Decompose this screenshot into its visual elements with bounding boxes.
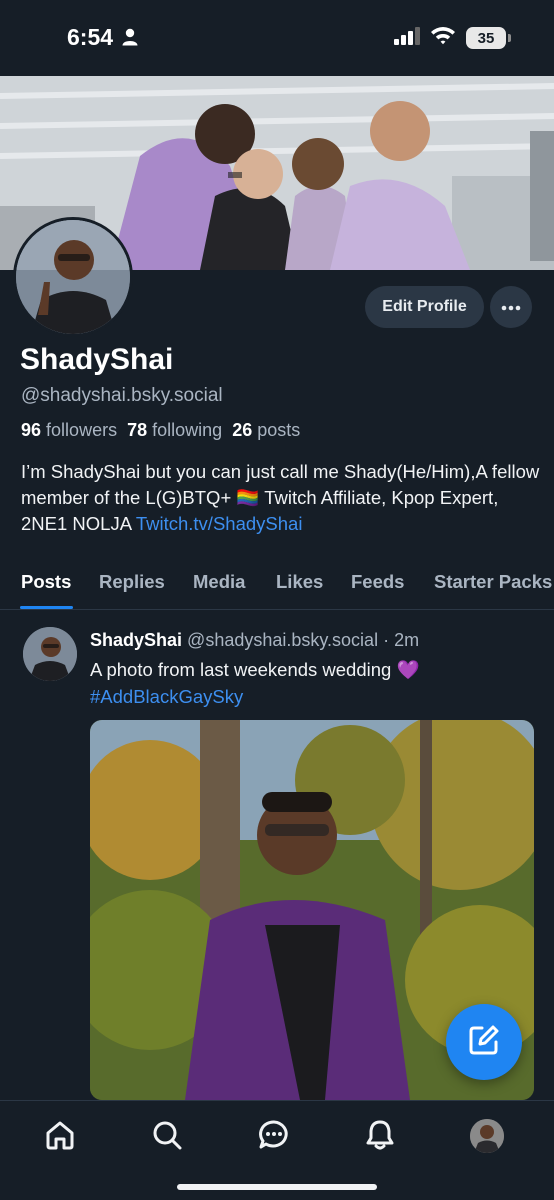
wifi-icon [430, 26, 456, 50]
post-text: A photo from last weekends wedding 💜 #Ad… [90, 656, 540, 710]
tab-media[interactable]: Media [193, 571, 245, 593]
compose-icon [467, 1023, 501, 1062]
nav-home[interactable] [42, 1119, 78, 1155]
edit-profile-button[interactable]: Edit Profile [365, 286, 484, 328]
profile-tabs: Posts Replies Media Likes Feeds Starter … [0, 560, 554, 610]
following-stat[interactable]: 78 following [127, 420, 222, 440]
post-separator: · [383, 630, 390, 650]
post-body: A photo from last weekends wedding 💜 [90, 659, 420, 680]
display-name: ShadyShai [20, 343, 174, 376]
post-author-handle[interactable]: @shadyshai.bsky.social [187, 630, 378, 650]
bio-link[interactable]: Twitch.tv/ShadyShai [136, 513, 303, 534]
profile-bio: I’m ShadyShai but you can just call me S… [21, 459, 541, 537]
status-time: 6:54 [67, 24, 114, 50]
cellular-signal-icon [394, 26, 420, 50]
post-author-name[interactable]: ShadyShai [90, 630, 182, 650]
more-horizontal-icon [501, 298, 521, 316]
compose-post-button[interactable] [446, 1004, 522, 1080]
posts-label: posts [257, 420, 301, 440]
home-indicator [177, 1184, 377, 1190]
nav-chat[interactable] [256, 1119, 292, 1155]
profile-avatar[interactable] [13, 217, 133, 337]
status-bar: 6:54 35 [0, 0, 554, 76]
followers-count: 96 [21, 420, 42, 440]
following-count: 78 [127, 420, 148, 440]
posts-stat: 26 posts [232, 420, 300, 440]
tab-feeds[interactable]: Feeds [351, 571, 404, 593]
profile-stats: 96 followers 78 following 26 posts [21, 420, 300, 441]
posts-count: 26 [232, 420, 253, 440]
battery-icon: 35 [466, 27, 511, 49]
post-time: 2m [394, 630, 420, 650]
nav-profile-avatar[interactable] [470, 1119, 504, 1153]
home-icon [44, 1119, 76, 1156]
nav-notifications[interactable] [362, 1119, 398, 1155]
search-icon [151, 1119, 183, 1156]
more-options-button[interactable] [490, 286, 532, 328]
post-hashtag[interactable]: #AddBlackGaySky [90, 686, 243, 707]
profile-handle: @shadyshai.bsky.social [21, 385, 223, 406]
followers-label: followers [46, 420, 118, 440]
tab-likes[interactable]: Likes [276, 571, 323, 593]
bell-icon [364, 1119, 396, 1156]
chat-icon [258, 1119, 290, 1156]
nav-search[interactable] [149, 1119, 185, 1155]
status-icons: 35 [394, 26, 511, 50]
followers-stat[interactable]: 96 followers [21, 420, 117, 440]
tab-starter-packs[interactable]: Starter Packs [434, 571, 552, 593]
tab-posts[interactable]: Posts [21, 571, 71, 593]
post-author-avatar[interactable] [23, 627, 77, 681]
tab-replies[interactable]: Replies [99, 571, 165, 593]
following-label: following [152, 420, 223, 440]
post-header: ShadyShai @shadyshai.bsky.social · 2m [90, 630, 419, 651]
person-icon [122, 28, 138, 51]
active-tab-indicator [20, 606, 73, 609]
